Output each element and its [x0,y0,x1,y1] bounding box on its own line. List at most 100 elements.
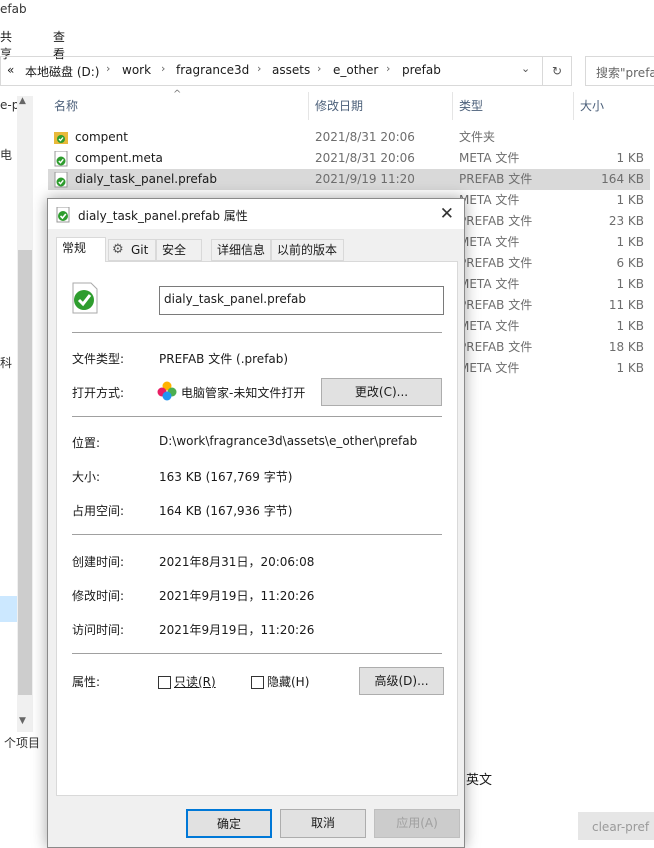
accessed-label: 访问时间: [72,623,125,637]
created-value: 2021年8月31日，20:06:08 [159,555,315,569]
crumb-drive[interactable]: 本地磁盘 (D:) [25,63,99,80]
tab-details[interactable]: 详细信息 [211,239,271,261]
folder-icon [54,132,68,144]
pc-manager-app-icon [157,381,177,401]
tab-git[interactable]: ⚙ Git [108,239,156,261]
nav-scrollbar-thumb[interactable] [18,250,32,695]
prefab-file-large-icon [72,282,98,314]
readonly-label[interactable]: 只读(R) [174,673,216,690]
close-icon[interactable]: ✕ [440,204,454,224]
column-header-date[interactable]: 修改日期 [315,92,363,120]
tab-security[interactable]: 安全 [156,239,202,261]
modified-label: 修改时间: [72,589,125,603]
file-type: META 文件 [459,319,520,333]
file-type: META 文件 [459,235,520,249]
crumb-prefab[interactable]: prefab [402,63,441,77]
crumb-assets[interactable]: assets [272,63,310,77]
nav-selected-item[interactable] [0,596,17,622]
hidden-label[interactable]: 隐藏(H) [267,673,309,690]
file-size: 6 KB [616,256,644,270]
file-size: 1 KB [616,235,644,249]
sort-ascending-icon: ^ [173,89,182,100]
apply-button[interactable]: 应用(A) [374,809,460,838]
file-size: 23 KB [608,214,644,228]
dialog-titlebar[interactable]: dialy_task_panel.prefab 属性 ✕ [48,199,464,229]
background-clear-button[interactable]: clear-pref [578,812,654,840]
size-value: 163 KB (167,769 字节) [159,470,293,484]
file-date: 2021/8/31 20:06 [315,151,415,165]
column-header-size[interactable]: 大小 [580,92,604,120]
file-size: 1 KB [616,361,644,375]
search-input[interactable]: 搜索"prefab" [585,56,654,86]
background-text-fragment: 英文 [466,773,493,788]
column-header-type[interactable]: 类型 [459,92,483,120]
file-type: 文件夹 [459,130,496,144]
divider [72,416,442,417]
file-type: META 文件 [459,361,520,375]
nav-item-fragment[interactable]: 科 [0,354,12,371]
file-date: 2021/8/31 20:06 [315,130,415,144]
general-tab-panel: dialy_task_panel.prefab 文件类型: PREFAB 文件 … [56,261,458,796]
file-type-value: PREFAB 文件 (.prefab) [159,352,289,366]
column-divider[interactable] [308,92,309,120]
cancel-button[interactable]: 取消 [280,809,366,838]
file-type: META 文件 [459,151,520,165]
file-row[interactable]: dialy_task_panel.prefab 2021/9/19 11:20 PR… [48,169,650,190]
nav-item-fragment[interactable]: 电 [0,146,12,163]
readonly-checkbox[interactable] [158,676,171,689]
file-size: 18 KB [608,340,644,354]
file-type-label: 文件类型: [72,352,125,366]
change-button[interactable]: 更改(C)... [321,378,442,406]
open-with-label: 打开方式: [72,386,125,400]
column-divider[interactable] [452,92,453,120]
file-icon [54,151,68,167]
file-row[interactable]: compent 2021/8/31 20:06 文件夹 [48,127,650,148]
file-type: META 文件 [459,277,520,291]
modified-value: 2021年9月19日，11:20:26 [159,589,315,603]
file-size: 164 KB [601,172,644,186]
crumb-work[interactable]: work [122,63,151,77]
file-type: META 文件 [459,193,520,207]
address-bar[interactable]: « 本地磁盘 (D:) › work › fragrance3d › asset… [0,56,572,86]
scroll-down-icon[interactable]: ▼ [19,716,26,726]
refresh-icon[interactable]: ↻ [542,56,572,86]
filename-input[interactable]: dialy_task_panel.prefab [159,286,444,315]
crumb-separator-icon: › [257,62,262,75]
column-divider[interactable] [573,92,574,120]
advanced-button[interactable]: 高级(D)... [359,667,444,695]
window-title: efab [0,2,27,16]
prefab-file-icon [56,207,70,223]
tab-general[interactable]: 常规 [56,237,106,262]
file-name: compent [75,130,128,144]
location-label: 位置: [72,436,101,450]
properties-dialog: dialy_task_panel.prefab 属性 ✕ 常规 ⚙ Git 安全… [47,198,465,848]
file-size: 1 KB [616,151,644,165]
file-size: 1 KB [616,319,644,333]
tab-git-label: Git [131,243,149,257]
file-type: PREFAB 文件 [459,214,533,228]
address-dropdown-icon[interactable]: ⌄ [521,62,530,75]
hidden-checkbox[interactable] [251,676,264,689]
location-value: D:\work\fragrance3d\assets\e_other\prefa… [159,434,418,448]
size-label: 大小: [72,470,101,484]
file-row[interactable]: compent.meta 2021/8/31 20:06 META 文件 1 KB [48,148,650,169]
scroll-up-icon[interactable]: ▲ [19,96,26,106]
file-name: dialy_task_panel.prefab [75,172,217,186]
tab-previous-versions[interactable]: 以前的版本 [271,239,344,261]
crumb-e-other[interactable]: e_other [333,63,378,77]
divider [72,653,442,654]
size-on-disk-label: 占用空间: [72,504,125,518]
status-item-count: 个项目 [4,736,41,750]
column-header-name[interactable]: 名称 [54,92,78,120]
file-size: 1 KB [616,193,644,207]
ok-button[interactable]: 确定 [186,809,272,838]
crumb-fragrance3d[interactable]: fragrance3d [176,63,249,77]
file-type: PREFAB 文件 [459,340,533,354]
divider [72,332,442,333]
accessed-value: 2021年9月19日，11:20:26 [159,623,315,637]
address-back-chevron[interactable]: « [7,63,14,77]
file-icon [54,172,68,188]
file-type: PREFAB 文件 [459,172,533,186]
attributes-label: 属性: [72,675,101,689]
size-on-disk-value: 164 KB (167,936 字节) [159,504,293,518]
